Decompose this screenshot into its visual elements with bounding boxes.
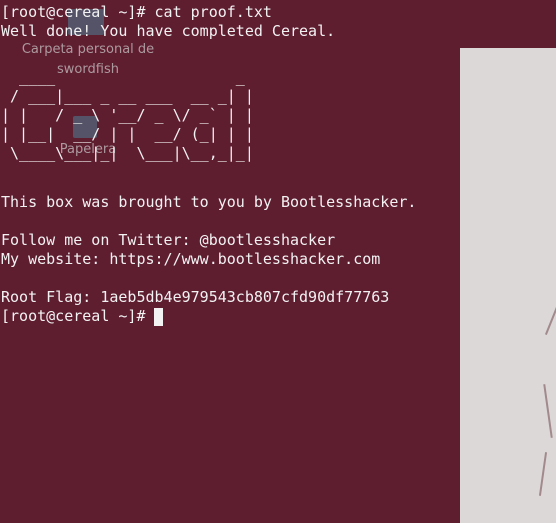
desktop-background-panel — [460, 48, 556, 523]
twitter-line: Follow me on Twitter: @bootlesshacker — [1, 231, 336, 249]
terminal-cursor[interactable] — [154, 308, 163, 326]
background-sketch-line — [543, 384, 553, 438]
website-line: My website: https://www.bootlesshacker.c… — [1, 250, 381, 268]
root-flag-line: Root Flag: 1aeb5db4e979543cb807cfd90df77… — [1, 288, 390, 306]
command-line: [root@cereal ~]# cat proof.txt — [1, 3, 272, 21]
terminal-window[interactable]: Carpeta personal de swordfish Papelera [… — [0, 0, 556, 523]
completion-message: Well done! You have completed Cereal. — [1, 22, 336, 40]
shell-prompt[interactable]: [root@cereal ~]# — [1, 307, 146, 326]
background-sketch-line — [544, 299, 556, 335]
credit-line: This box was brought to you by Bootlessh… — [1, 193, 417, 211]
cereal-ascii-art: ____ _ / ___|___ _ __ ___ __ _| | | | / … — [1, 68, 254, 162]
background-sketch-line — [538, 452, 548, 496]
